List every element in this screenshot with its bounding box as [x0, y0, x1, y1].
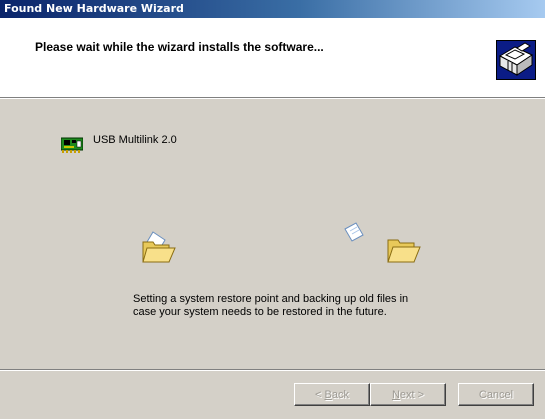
header-title: Please wait while the wizard installs th…: [35, 40, 324, 54]
hardware-wizard-icon: [496, 40, 536, 80]
status-message: Setting a system restore point and backi…: [133, 293, 473, 319]
next-button[interactable]: Next >: [370, 383, 446, 406]
back-button-prefix: <: [315, 388, 325, 401]
status-line-2: case your system needs to be restored in…: [133, 306, 387, 318]
window-title: Found New Hardware Wizard: [4, 2, 184, 15]
back-button-label: ack: [331, 388, 349, 401]
cancel-button[interactable]: Cancel: [458, 383, 534, 406]
next-button-label: ext >: [399, 388, 425, 401]
status-line-1: Setting a system restore point and backi…: [133, 293, 409, 305]
back-button[interactable]: < Back: [294, 383, 370, 406]
cancel-button-label: Cancel: [478, 388, 514, 401]
document-icon: [342, 221, 366, 243]
back-button-mnemonic: B: [324, 388, 332, 401]
next-button-mnemonic: N: [391, 388, 400, 401]
source-folder-icon: [141, 230, 177, 266]
wizard-header: Please wait while the wizard installs th…: [0, 18, 545, 97]
circuit-board-icon: [60, 136, 84, 154]
wizard-window: Found New Hardware Wizard Please wait wh…: [0, 0, 545, 419]
device-name: USB Multilink 2.0: [93, 134, 177, 146]
target-folder-icon: [386, 230, 422, 266]
footer-separator: [0, 369, 545, 371]
header-separator: [0, 97, 545, 99]
title-bar[interactable]: Found New Hardware Wizard: [0, 0, 545, 18]
